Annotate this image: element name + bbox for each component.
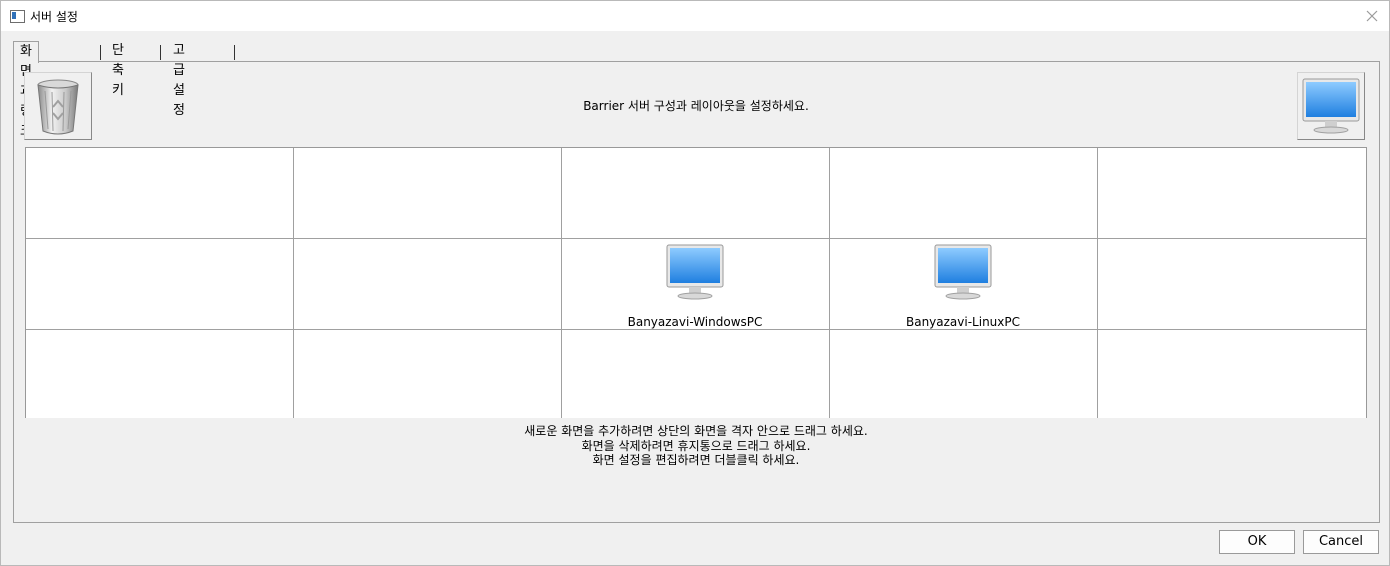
close-button[interactable] <box>1355 1 1389 31</box>
server-config-window: 서버 설정 화면과 링크 단축키 고급 설정 <box>0 0 1390 566</box>
grid-line <box>829 148 830 418</box>
grid-line <box>561 148 562 418</box>
grid-line <box>1097 148 1098 418</box>
usage-hints: 새로운 화면을 추가하려면 상단의 화면을 격자 안으로 드래그 하세요. 화면… <box>1 424 1390 468</box>
tab-advanced[interactable]: 고급 설정 <box>167 41 191 118</box>
grid-line <box>26 238 1366 239</box>
new-screen-button[interactable] <box>1297 72 1365 140</box>
grid-line <box>26 329 1366 330</box>
title-bar: 서버 설정 <box>1 1 1389 31</box>
screen-linux-pc[interactable]: Banyazavi-LinuxPC <box>873 243 1053 329</box>
tab-separator <box>160 45 161 60</box>
hint-line: 화면을 삭제하려면 휴지통으로 드래그 하세요. <box>581 438 811 453</box>
screen-name: Banyazavi-WindowsPC <box>627 315 763 329</box>
tab-separator <box>100 45 101 60</box>
cancel-button[interactable]: Cancel <box>1303 530 1379 554</box>
monitor-icon <box>934 244 992 300</box>
screen-grid[interactable]: Banyazavi-WindowsPC Banyazavi-LinuxPC <box>25 147 1367 418</box>
tab-hotkeys[interactable]: 단축키 <box>106 41 130 98</box>
monitor-icon <box>666 244 724 300</box>
hint-line: 새로운 화면을 추가하려면 상단의 화면을 격자 안으로 드래그 하세요. <box>524 424 868 438</box>
close-icon <box>1366 10 1378 22</box>
instruction-text: Barrier 서버 구성과 레이아웃을 설정하세요. <box>583 99 809 113</box>
tab-label: 단축키 <box>112 43 124 98</box>
tab-separator <box>234 45 235 60</box>
hint-line: 화면 설정을 편집하려면 더블클릭 하세요. <box>592 453 800 467</box>
screen-windows-pc[interactable]: Banyazavi-WindowsPC <box>605 243 785 329</box>
tab-screens-links[interactable]: 화면과 링크 <box>13 41 39 139</box>
ok-button[interactable]: OK <box>1219 530 1295 554</box>
screen-name: Banyazavi-LinuxPC <box>905 315 1020 329</box>
window-title: 서버 설정 <box>30 10 78 24</box>
monitor-icon <box>1302 78 1360 134</box>
grid-line <box>293 148 294 418</box>
app-icon <box>10 10 25 23</box>
